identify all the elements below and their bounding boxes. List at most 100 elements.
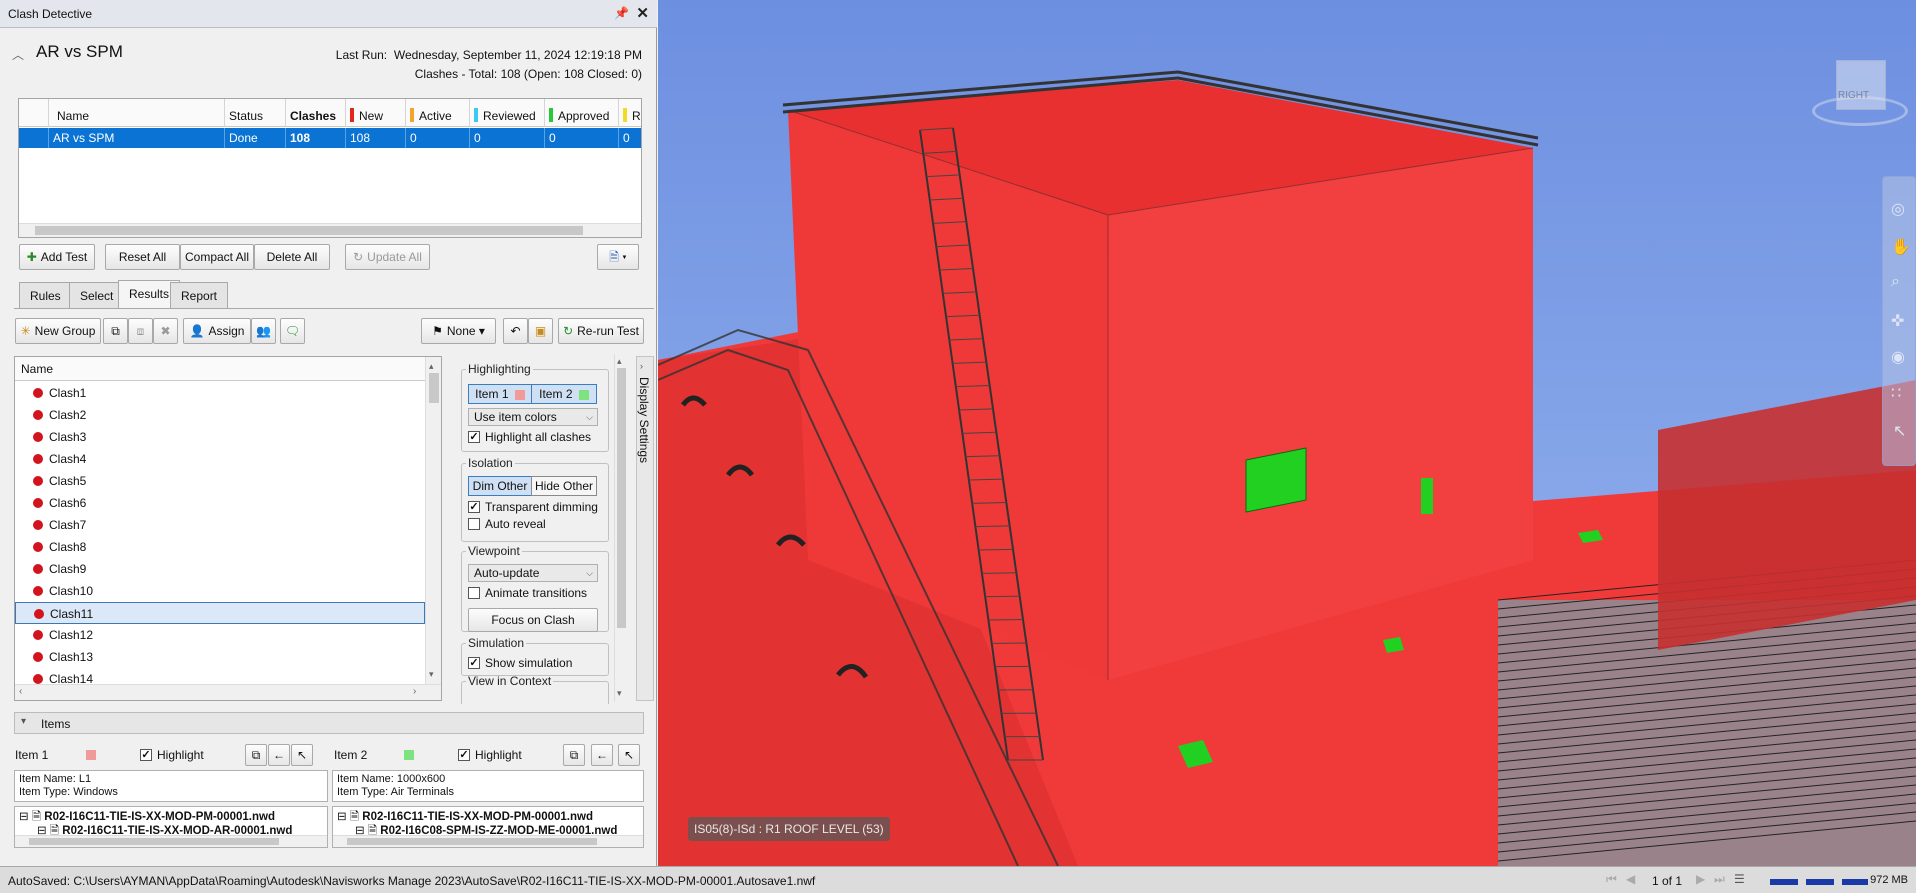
navigation-bar: ◎ ✋ ⌕ ✜ ◉ ∷ ↖: [1882, 176, 1916, 466]
item2-pointer-icon[interactable]: ↖: [618, 744, 640, 766]
item2-highlight-toggle[interactable]: Item 2: [531, 384, 597, 404]
item1-select-icon[interactable]: ⧉: [245, 744, 267, 766]
item1-highlight-checkbox[interactable]: ✓ Highlight: [140, 748, 204, 762]
list-item[interactable]: Clash3: [15, 426, 425, 448]
new-group-button[interactable]: ✳ New Group: [15, 318, 101, 344]
delete-all-button[interactable]: Delete All: [254, 244, 330, 270]
clash-status-dot-icon: [33, 674, 43, 684]
orbit-icon[interactable]: ✜: [1891, 311, 1904, 331]
assign-button[interactable]: 👤 Assign: [183, 318, 251, 344]
item1-back-icon[interactable]: ←: [268, 744, 290, 766]
col-status[interactable]: Status: [225, 99, 286, 127]
color-mode-select[interactable]: Use item colors ⌵: [468, 408, 598, 426]
col-reviewed[interactable]: Reviewed: [470, 99, 545, 127]
list-item[interactable]: Clash1: [15, 382, 425, 404]
pan-icon[interactable]: ✋: [1891, 237, 1911, 257]
last-run: Last Run: Wednesday, September 11, 2024 …: [335, 48, 642, 62]
item2-highlight-checkbox[interactable]: ✓ Highlight: [458, 748, 522, 762]
status-bar: AutoSaved: C:\Users\AYMAN\AppData\Roamin…: [0, 866, 1916, 893]
transparent-dimming-checkbox[interactable]: ✓ Transparent dimming: [468, 500, 598, 514]
item2-color-swatch: [404, 750, 414, 760]
list-item[interactable]: Clash8: [15, 536, 425, 558]
col-name[interactable]: Name: [49, 99, 225, 127]
list-item[interactable]: Clash9: [15, 558, 425, 580]
reset-all-button[interactable]: Reset All: [105, 244, 180, 270]
add-test-button[interactable]: ✚ Add Test: [19, 244, 95, 270]
prev-page-icon[interactable]: ◀: [1626, 872, 1635, 886]
3d-viewport[interactable]: RIGHT ◎ ✋ ⌕ ✜ ◉ ∷ ↖: [658, 0, 1916, 866]
look-icon[interactable]: ◉: [1891, 347, 1905, 367]
walk-icon[interactable]: ∷: [1891, 383, 1901, 403]
list-item[interactable]: Clash6: [15, 492, 425, 514]
close-icon[interactable]: ✕: [636, 4, 649, 22]
next-page-icon[interactable]: ▶: [1696, 872, 1705, 886]
list-item[interactable]: Clash11: [15, 602, 425, 624]
first-page-icon[interactable]: ⏮: [1606, 872, 1617, 887]
list-item[interactable]: Clash7: [15, 514, 425, 536]
select-icon[interactable]: ↖: [1893, 421, 1906, 441]
status-none-dropdown[interactable]: ⚑ None ▾: [421, 318, 496, 344]
item2-back-icon[interactable]: ←: [591, 744, 613, 766]
explode-group-icon[interactable]: ✖: [153, 318, 178, 344]
compact-all-button[interactable]: Compact All: [180, 244, 254, 270]
display-settings-tab[interactable]: › Display Settings: [636, 356, 654, 701]
rerun-test-button[interactable]: ↻ Re-run Test: [558, 318, 644, 344]
settings-vertical-scrollbar[interactable]: ▴ ▾: [614, 354, 628, 702]
reviewed-swatch: [474, 108, 478, 123]
results-vertical-scrollbar[interactable]: ▴ ▾: [425, 357, 441, 684]
test-header: ︿ AR vs SPM Last Run: Wednesday, Septemb…: [0, 34, 657, 82]
sheet-browser-icon[interactable]: ☰: [1734, 872, 1745, 886]
col-clashes[interactable]: Clashes: [286, 99, 346, 127]
viewcube[interactable]: RIGHT: [1808, 52, 1908, 132]
item1-pointer-icon[interactable]: ↖: [291, 744, 313, 766]
collapse-chevron-icon[interactable]: ︿: [12, 46, 24, 63]
ungroup-icon[interactable]: ⧈: [128, 318, 153, 344]
comment-icon[interactable]: 🗨: [280, 318, 305, 344]
hide-other-button[interactable]: Hide Other: [531, 476, 597, 496]
tab-report[interactable]: Report: [170, 282, 229, 308]
tab-rules[interactable]: Rules: [19, 282, 72, 308]
items-section-header[interactable]: ▾ Items: [14, 712, 644, 734]
viewcube-face-label: RIGHT: [1838, 90, 1870, 101]
viewpoint-mode-select[interactable]: Auto-update ⌵: [468, 564, 598, 582]
results-horizontal-scrollbar[interactable]: ‹ ›: [15, 684, 441, 700]
unassign-icon[interactable]: 👥: [251, 318, 276, 344]
last-page-icon[interactable]: ⏭: [1714, 872, 1725, 887]
model-scene: [658, 0, 1916, 866]
list-item[interactable]: Clash10: [15, 580, 425, 602]
clash-name: Clash3: [49, 430, 87, 444]
item1-highlight-toggle[interactable]: Item 1: [468, 384, 532, 404]
performance-bars-icon: [1770, 873, 1870, 887]
table-row[interactable]: AR vs SPM Done 108 108 0 0 0 0: [19, 128, 641, 148]
results-list-header[interactable]: Name: [15, 357, 425, 381]
item1-tree[interactable]: ⊟ 🗎 R02-I16C11-TIE-IS-XX-MOD-PM-00001.nw…: [14, 806, 328, 848]
update-all-button[interactable]: ↻ Update All: [345, 244, 430, 270]
import-export-button[interactable]: 🗎 ▾: [597, 244, 639, 270]
list-item[interactable]: Clash13: [15, 646, 425, 668]
item1-color-swatch: [86, 750, 96, 760]
item2-select-icon[interactable]: ⧉: [563, 744, 585, 766]
col-active[interactable]: Active: [406, 99, 470, 127]
list-item[interactable]: Clash2: [15, 404, 425, 426]
highlight-all-checkbox[interactable]: ✓ Highlight all clashes: [468, 430, 591, 444]
compact-icon[interactable]: ▣: [528, 318, 553, 344]
col-approved[interactable]: Approved: [545, 99, 619, 127]
horizontal-scrollbar[interactable]: [19, 223, 641, 237]
pin-icon[interactable]: 📌: [614, 6, 629, 20]
col-resolved[interactable]: Reso: [619, 99, 641, 127]
auto-reveal-checkbox[interactable]: Auto reveal: [468, 517, 546, 531]
show-simulation-checkbox[interactable]: ✓ Show simulation: [468, 656, 572, 670]
zoom-icon[interactable]: ⌕: [1891, 273, 1900, 291]
list-item[interactable]: Clash5: [15, 470, 425, 492]
tab-select[interactable]: Select: [69, 282, 125, 308]
list-item[interactable]: Clash4: [15, 448, 425, 470]
dim-other-button[interactable]: Dim Other: [468, 476, 532, 496]
focus-on-clash-button[interactable]: Focus on Clash: [468, 608, 598, 632]
col-new[interactable]: New: [346, 99, 406, 127]
animate-transitions-checkbox[interactable]: Animate transitions: [468, 586, 587, 600]
steering-wheel-icon[interactable]: ◎: [1891, 199, 1905, 219]
list-item[interactable]: Clash12: [15, 624, 425, 646]
reset-icon[interactable]: ↶: [503, 318, 528, 344]
item2-tree[interactable]: ⊟ 🗎 R02-I16C11-TIE-IS-XX-MOD-PM-00001.nw…: [332, 806, 644, 848]
group-icon[interactable]: ⧉: [103, 318, 128, 344]
